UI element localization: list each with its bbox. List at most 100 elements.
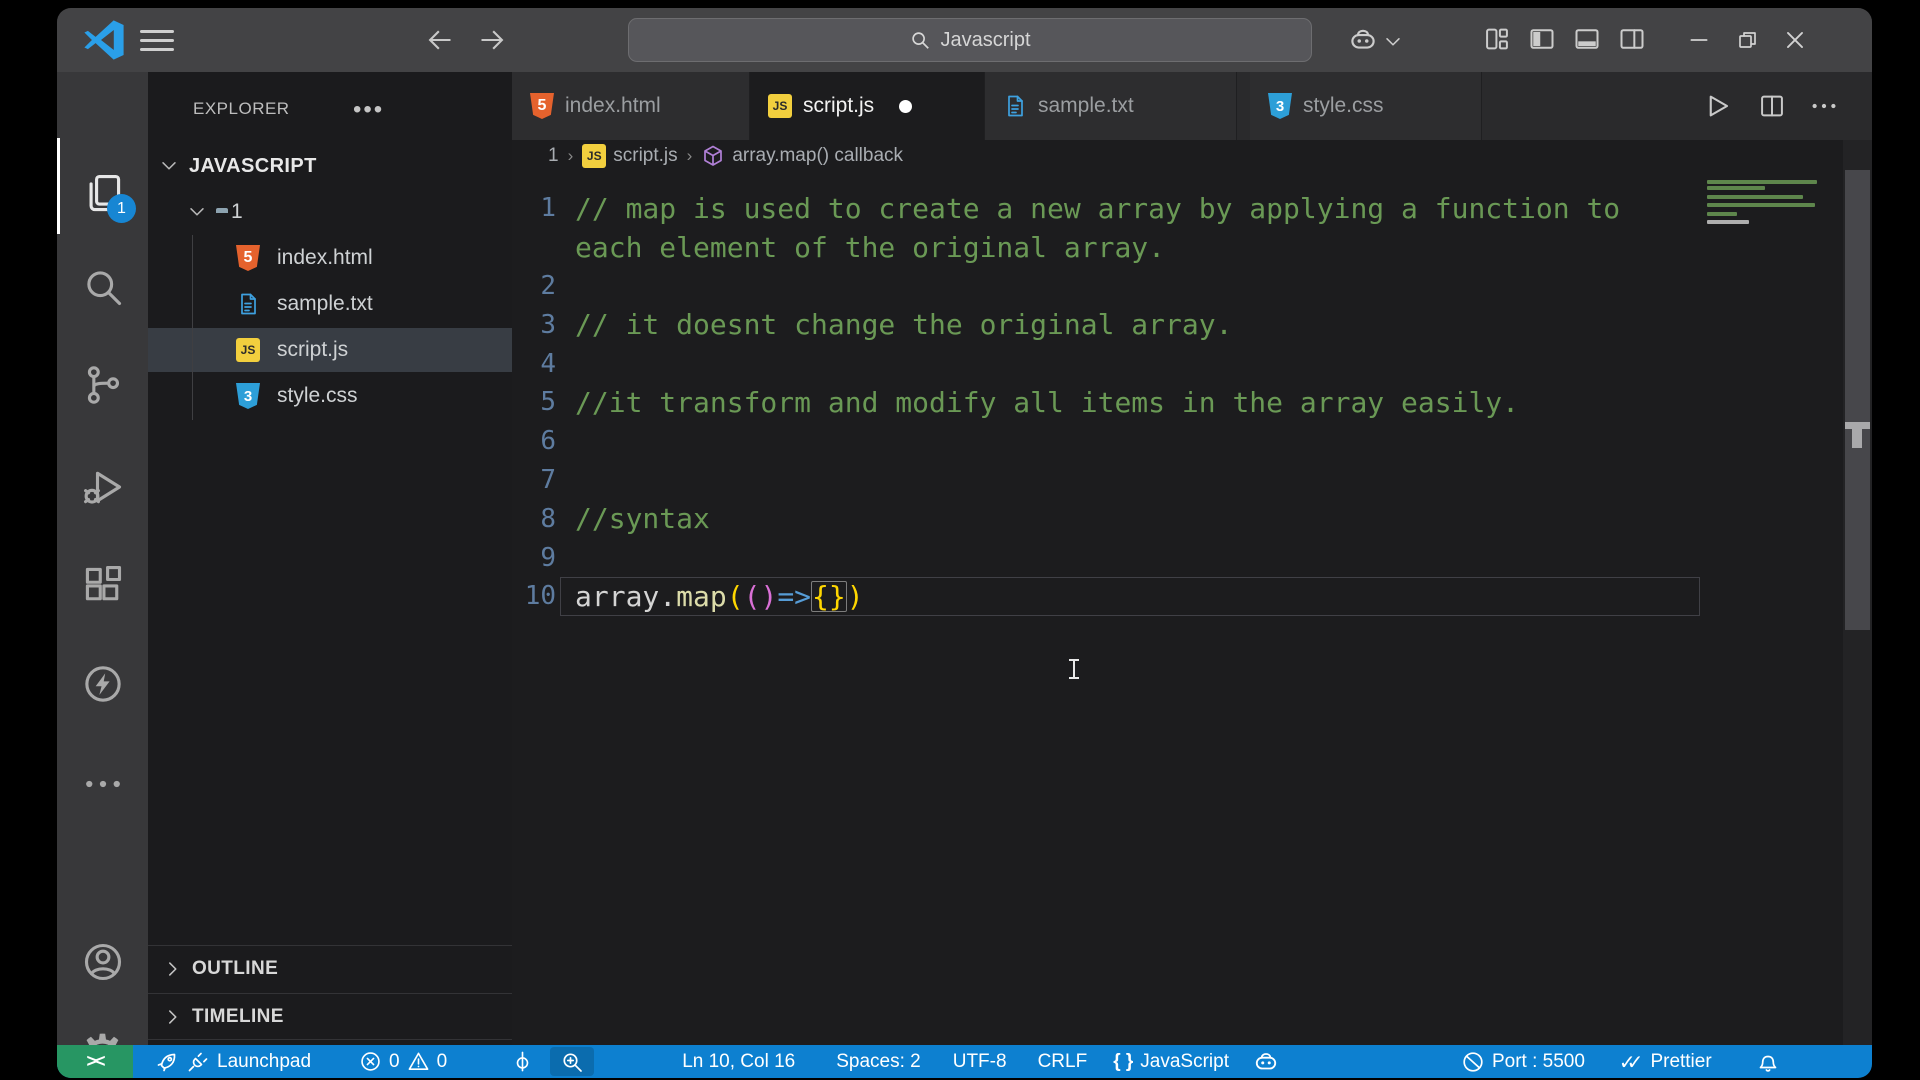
status-screencast[interactable] xyxy=(509,1045,536,1078)
status-problems[interactable]: 00 xyxy=(357,1045,449,1078)
panel-outline[interactable]: OUTLINE xyxy=(148,945,512,992)
close-button[interactable] xyxy=(1778,24,1812,56)
explorer-actions-icon[interactable]: ••• xyxy=(353,96,384,124)
line-number: 7 xyxy=(540,464,556,495)
code-line-7[interactable]: 7 xyxy=(512,461,1872,500)
breadcrumb-separator: › xyxy=(567,146,574,165)
code-line-1-wrap[interactable]: each element of the original array. xyxy=(512,228,1872,267)
warning-icon xyxy=(407,1050,430,1073)
code-line-5[interactable]: 5 //it transform and modify all items in … xyxy=(512,383,1872,422)
code-editor[interactable]: 1 // map is used to create a new array by… xyxy=(512,172,1872,1045)
restore-button[interactable] xyxy=(1730,24,1764,56)
activity-explorer[interactable]: 1 xyxy=(57,155,148,233)
copilot-icon[interactable] xyxy=(1348,25,1400,55)
activity-search[interactable] xyxy=(57,248,148,326)
code-line-4[interactable]: 4 xyxy=(512,344,1872,383)
minimap-line xyxy=(1707,220,1749,224)
activity-more-views[interactable] xyxy=(57,745,148,823)
workspace-root[interactable]: JAVASCRIPT xyxy=(148,144,512,188)
split-editor-button[interactable] xyxy=(1755,89,1789,123)
css-icon: 3 xyxy=(1268,93,1292,119)
minimap-line xyxy=(1707,203,1815,207)
code-line-8[interactable]: 8 //syntax xyxy=(512,499,1872,538)
nav-forward-button[interactable] xyxy=(478,26,506,54)
tree-item-index-html[interactable]: 5 index.html xyxy=(148,236,512,280)
minimize-button[interactable] xyxy=(1682,24,1716,56)
code-line-9[interactable]: 9 xyxy=(512,538,1872,577)
code-tokens: // map is used to create a new array by … xyxy=(575,191,1621,225)
status-encoding[interactable]: UTF-8 xyxy=(951,1045,1009,1078)
activity-account[interactable] xyxy=(57,923,148,1001)
minimap-line xyxy=(1707,195,1803,199)
chevron-right-icon xyxy=(162,958,184,980)
tree-item-1[interactable]: 1 xyxy=(148,190,512,234)
tab-index-html[interactable]: 5 index.html xyxy=(512,72,750,140)
breadcrumb-separator: › xyxy=(686,146,693,165)
status-notifications[interactable] xyxy=(1754,1045,1782,1078)
status-live-server-port[interactable]: Port : 5500 xyxy=(1459,1045,1587,1078)
minimap-line xyxy=(1707,186,1765,190)
status-launchpad[interactable]: Launchpad xyxy=(153,1045,313,1078)
title-bar: Javascript xyxy=(57,8,1872,72)
toggle-secondary-sidebar-icon[interactable] xyxy=(1618,25,1648,55)
code-line-1[interactable]: 1 // map is used to create a new array by… xyxy=(512,189,1872,228)
status-copilot[interactable] xyxy=(1251,1045,1281,1078)
status-bar: >< Launchpad 0 0 Ln 10, Col 16 Spaces: 2 UTF-… xyxy=(57,1045,1872,1078)
scrollbar-thumb[interactable] xyxy=(1845,170,1870,630)
explorer-sidebar: EXPLORER ••• JAVASCRIPT 1 5 index.html sampl… xyxy=(148,72,512,1045)
explorer-badge: 1 xyxy=(107,194,136,223)
js-icon: JS xyxy=(768,94,792,118)
copilot-icon xyxy=(1253,1049,1279,1075)
remote-icon: >< xyxy=(86,1051,105,1071)
tree-item-script-js[interactable]: JS script.js xyxy=(148,328,512,372)
breadcrumb-item[interactable]: JS script.js xyxy=(582,144,678,168)
tab-script-js[interactable]: JS script.js xyxy=(750,72,985,140)
editor-scrollbar[interactable] xyxy=(1843,140,1872,1045)
screencast-icon xyxy=(511,1050,534,1073)
command-center-search[interactable]: Javascript xyxy=(628,18,1312,62)
status-zoom[interactable] xyxy=(550,1047,595,1076)
code-line-3[interactable]: 3 // it doesnt change the original array. xyxy=(512,305,1872,344)
status-cursor-position[interactable]: Ln 10, Col 16 xyxy=(680,1045,797,1078)
status-language-mode[interactable]: { } JavaScript xyxy=(1111,1045,1231,1078)
toggle-sidebar-icon[interactable] xyxy=(1528,25,1558,55)
menu-icon[interactable] xyxy=(140,25,174,55)
activity-extensions[interactable] xyxy=(57,546,148,624)
customize-layout-icon[interactable] xyxy=(1483,25,1513,55)
error-icon xyxy=(359,1050,382,1073)
line-number: 10 xyxy=(524,581,556,612)
rocket-icon xyxy=(155,1050,179,1074)
panel-timeline[interactable]: TIMELINE xyxy=(148,993,512,1040)
activity-thunder-client[interactable] xyxy=(57,645,148,723)
chevron-down-icon xyxy=(186,201,208,223)
status-indentation[interactable]: Spaces: 2 xyxy=(834,1045,923,1078)
vscode-window: Javascript 1⚙ EXPLORER ••• JAVASCRIPT15i… xyxy=(57,8,1872,1078)
activity-source-control[interactable] xyxy=(57,346,148,424)
code-line-6[interactable]: 6 xyxy=(512,422,1872,461)
breadcrumb-item[interactable]: array.map() callback xyxy=(701,144,903,168)
sidebar-title: EXPLORER xyxy=(193,99,290,118)
activity-run-debug[interactable] xyxy=(57,448,148,526)
toggle-panel-icon[interactable] xyxy=(1573,25,1603,55)
run-file-button[interactable] xyxy=(1700,89,1734,123)
status-eol[interactable]: CRLF xyxy=(1036,1045,1090,1078)
chevron-right-icon xyxy=(162,1006,184,1028)
blocked-icon xyxy=(1461,1050,1485,1074)
code-line-10[interactable]: 10 array.map(()=>{}) xyxy=(512,576,1872,616)
tab-sample-txt[interactable]: sample.txt xyxy=(985,72,1237,140)
nav-back-button[interactable] xyxy=(426,26,454,54)
double-check-icon: ✓✓ xyxy=(1618,1049,1643,1074)
modified-dot[interactable] xyxy=(899,99,913,113)
status-prettier[interactable]: ✓✓ Prettier xyxy=(1617,1045,1714,1078)
line-number: 2 xyxy=(540,270,556,301)
status-remote[interactable]: >< xyxy=(57,1045,133,1078)
minimap[interactable] xyxy=(1707,176,1843,316)
code-line-2[interactable]: 2 xyxy=(512,267,1872,306)
tab-style-css[interactable]: 3 style.css xyxy=(1250,72,1482,140)
breadcrumb-item[interactable]: 1 xyxy=(548,145,559,167)
more-actions-button[interactable] xyxy=(1807,89,1841,123)
tree-item-style-css[interactable]: 3 style.css xyxy=(148,374,512,418)
code-tokens: //it transform and modify all items in t… xyxy=(575,385,1520,419)
code-tokens: each element of the original array. xyxy=(575,230,1166,264)
tree-item-sample-txt[interactable]: sample.txt xyxy=(148,282,512,326)
